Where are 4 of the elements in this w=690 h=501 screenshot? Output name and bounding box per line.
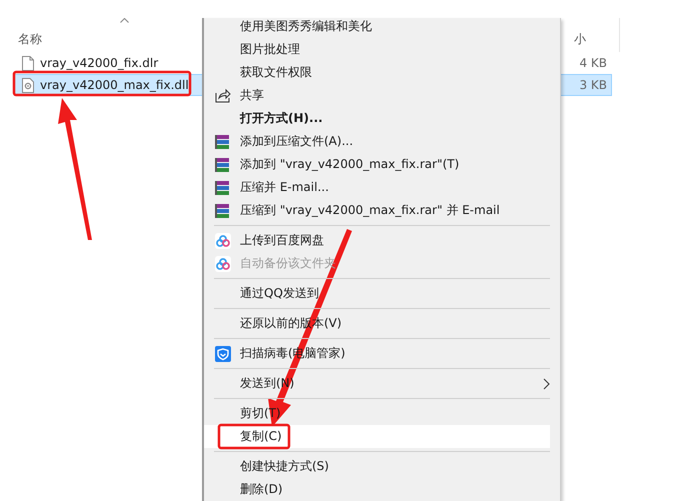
file-size: 3 KB xyxy=(579,78,608,92)
file-name: vray_v42000_fix.dlr xyxy=(40,56,158,70)
file-name: vray_v42000_max_fix.dll xyxy=(40,78,189,92)
file-size: 4 KB xyxy=(579,56,608,70)
